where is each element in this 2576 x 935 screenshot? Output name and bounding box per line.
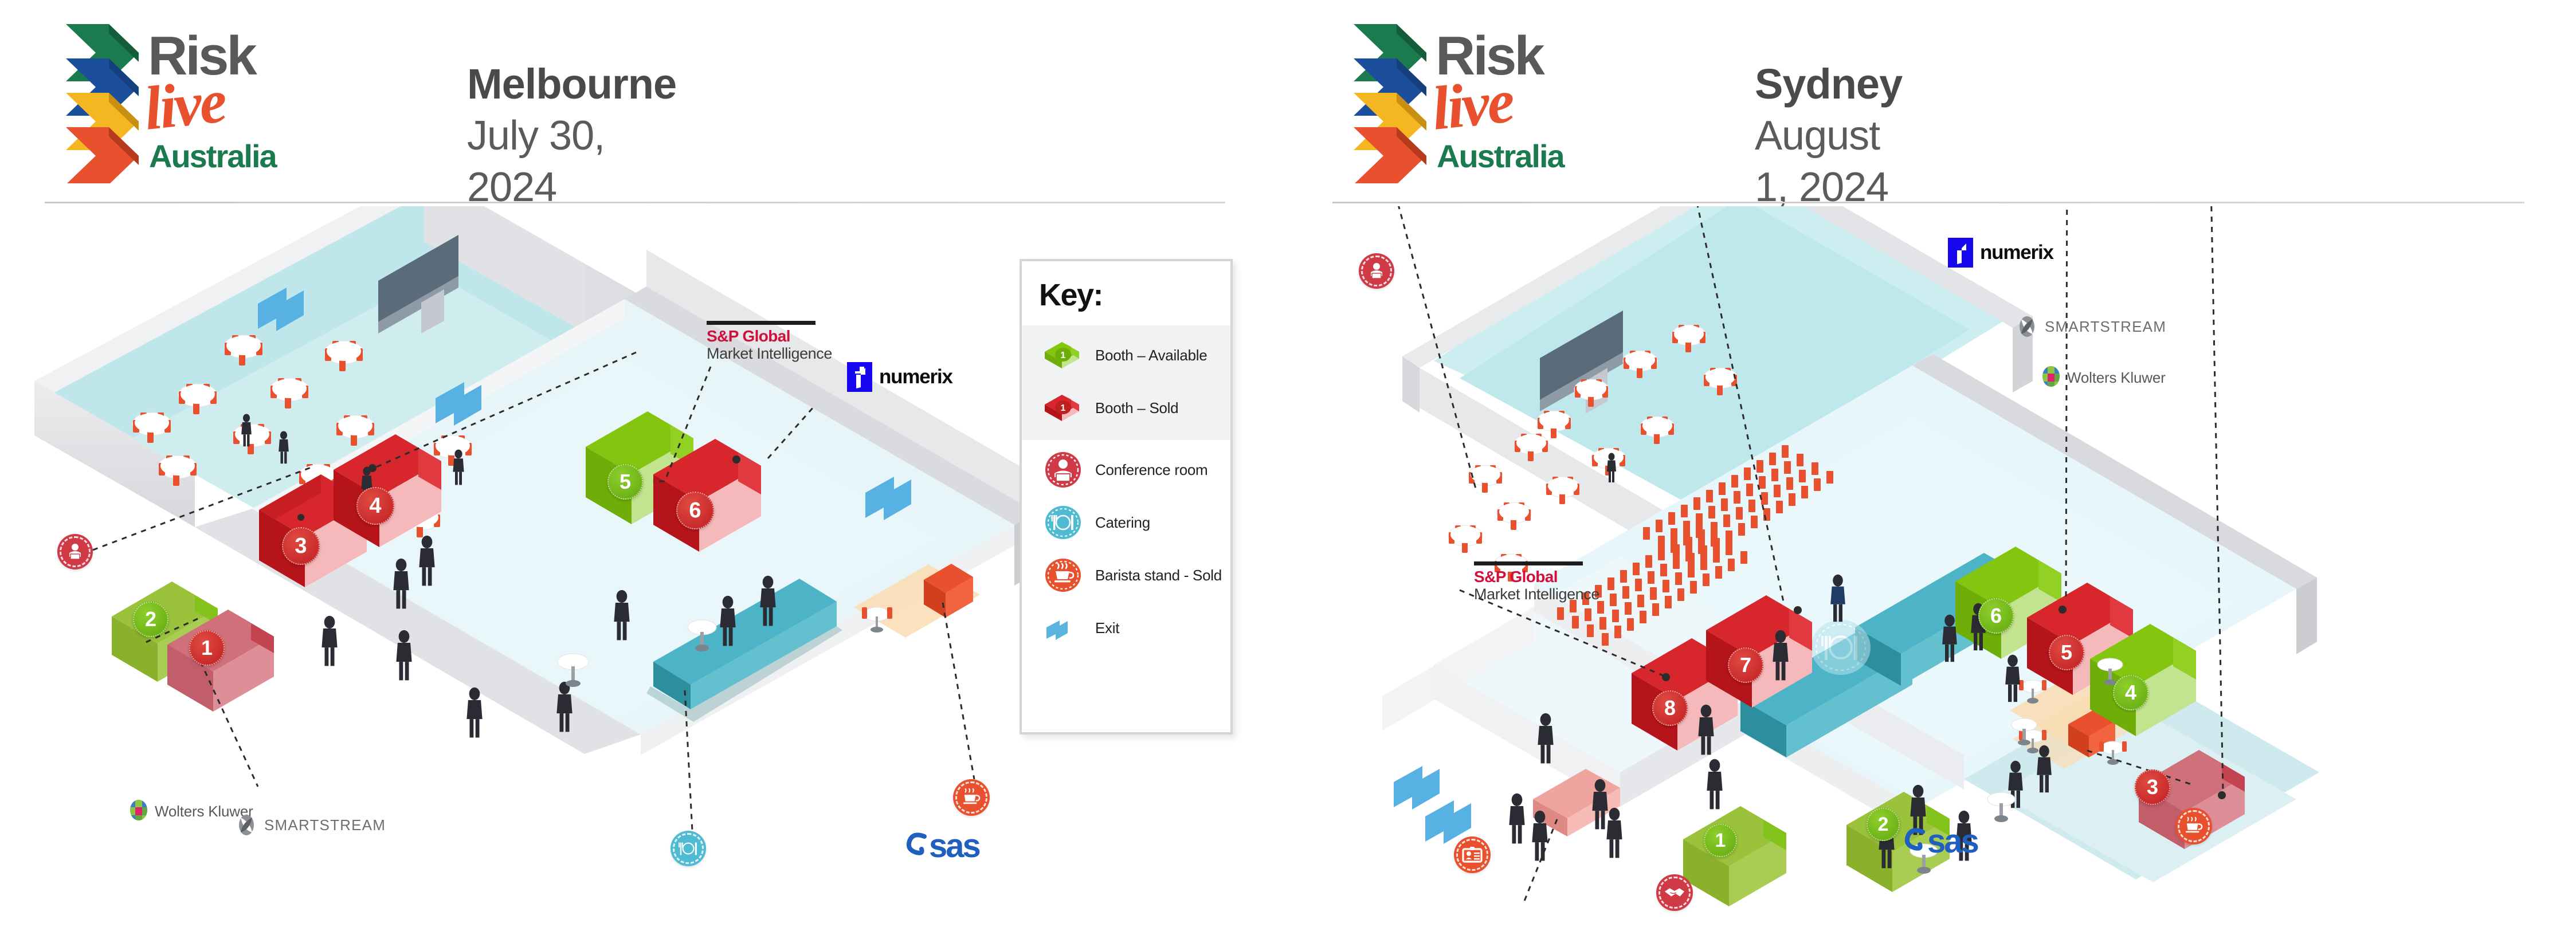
key-label: Conference room (1095, 461, 1208, 478)
barista-stand-icon (1039, 556, 1087, 594)
booth-number-2[interactable]: 2 (133, 602, 168, 637)
sponsor-sas-melbourne[interactable]: sas (904, 827, 981, 865)
panel-sydney: Risk live Australia Sydney August 1, 202… (1288, 0, 2576, 935)
key-label: Exit (1095, 619, 1120, 637)
booth-number-6[interactable]: 6 (1978, 598, 2014, 634)
svg-text:Australia: Australia (1437, 138, 1565, 174)
floorplan-sydney: 8 7 6 5 4 3 1 2 numerix SMARTSTREAM Wolt… (1288, 91, 2576, 934)
header-melbourne: Risk live Australia Melbourne July 30, 2… (34, 17, 677, 210)
risk-live-australia-logo: Risk live Australia (1322, 17, 1569, 184)
sponsor-subname: Market Intelligence (1474, 586, 1600, 603)
sponsor-name: sas (1927, 823, 1979, 860)
key-label: Booth – Sold (1095, 399, 1179, 417)
wolters-kluwer-icon (2041, 366, 2061, 390)
sponsor-name: numerix (1980, 241, 2054, 264)
sp-global-rule (1474, 561, 1583, 565)
key-group-booths: 1 Booth – Available 1 Booth – Sold (1022, 325, 1230, 440)
floorplan-page: Risk live Australia Melbourne July 30, 2… (0, 0, 2576, 935)
sas-icon (1904, 827, 1925, 851)
barista-stand-icon[interactable] (953, 779, 990, 816)
registration-icon[interactable] (1454, 836, 1491, 873)
booth-number-7[interactable]: 7 (1728, 647, 1763, 683)
panel-title-block-sydney: Sydney August 1, 2024 (1755, 60, 1903, 213)
sponsor-name: sas (929, 827, 981, 865)
key-label: Booth – Available (1095, 346, 1207, 364)
sponsor-sp-global-sydney[interactable]: S&P Global Market Intelligence (1474, 561, 1629, 603)
exit-icon (1039, 616, 1087, 640)
sponsor-name: Wolters Kluwer (2067, 368, 2166, 386)
event-date: July 30, 2024 (467, 113, 605, 210)
booth-number-4[interactable]: 4 (2113, 675, 2148, 710)
conference-room-icon (1039, 451, 1087, 489)
header-sydney: Risk live Australia Sydney August 1, 202… (1322, 17, 1903, 210)
sponsor-wolters-kluwer-sydney[interactable]: Wolters Kluwer (2041, 366, 2166, 390)
barista-stand-icon[interactable] (2175, 808, 2212, 844)
booth-number-1[interactable]: 1 (189, 630, 225, 666)
key-row-booth-available: 1 Booth – Available (1022, 329, 1230, 382)
booth-number-2[interactable]: 2 (1867, 808, 1900, 841)
header-divider (1332, 202, 2524, 203)
sponsor-numerix-sydney[interactable]: numerix (1948, 238, 2054, 268)
speakers-lounge-icon[interactable] (1656, 874, 1693, 911)
header-divider (45, 202, 1225, 203)
conference-room-icon[interactable] (57, 534, 93, 569)
sas-icon (906, 832, 927, 855)
risk-live-australia-logo: Risk live Australia (34, 17, 281, 184)
svg-text:1: 1 (1061, 403, 1066, 413)
booth-available-icon: 1 (1039, 339, 1087, 371)
booth-number-8[interactable]: 8 (1652, 690, 1688, 726)
panel-title-block-melbourne: Melbourne July 30, 2024 (467, 60, 677, 213)
booth-number-5[interactable]: 5 (607, 464, 643, 500)
sponsor-name: S&P Global (707, 327, 791, 345)
wolters-kluwer-icon (129, 799, 148, 823)
booth-sold-icon: 1 (1039, 392, 1087, 424)
svg-text:live: live (141, 67, 229, 143)
sponsor-numerix-melbourne[interactable]: numerix (847, 362, 953, 392)
key-row-conference-room: Conference room (1022, 443, 1230, 496)
sponsor-smartstream-sydney[interactable]: SMARTSTREAM (2016, 315, 2166, 338)
sponsor-subname: Market Intelligence (707, 345, 833, 363)
smartstream-icon (2016, 315, 2038, 338)
sp-global-rule (707, 321, 815, 325)
svg-text:1: 1 (1061, 351, 1066, 360)
sponsor-smartstream-melbourne[interactable]: SMARTSTREAM (235, 814, 386, 836)
key-label: Catering (1095, 513, 1150, 531)
key-title: Key: (1039, 278, 1104, 312)
sponsor-sp-global-melbourne[interactable]: S&P Global Market Intelligence (707, 321, 861, 363)
numerix-icon (1948, 238, 1973, 268)
sponsor-name: S&P Global (1474, 568, 1558, 586)
sponsor-name: SMARTSTREAM (2045, 317, 2167, 335)
key-row-catering: Catering (1022, 496, 1230, 549)
conference-room-icon[interactable] (1359, 253, 1394, 289)
page-title: Melbourne (467, 60, 677, 108)
key-row-booth-sold: 1 Booth – Sold (1022, 382, 1230, 434)
numerix-icon (847, 362, 872, 392)
booth-number-4[interactable]: 4 (356, 487, 394, 525)
sponsor-name: numerix (879, 366, 953, 388)
booth-1 (1683, 806, 1786, 906)
svg-text:live: live (1429, 67, 1517, 143)
catering-icon (1039, 504, 1087, 541)
booth-number-5[interactable]: 5 (2049, 635, 2084, 670)
sponsor-sas-sydney[interactable]: sas (1902, 822, 1979, 861)
key-row-barista-stand: Barista stand - Sold (1022, 549, 1230, 602)
booth-number-1[interactable]: 1 (1704, 824, 1737, 857)
booth-number-3[interactable]: 3 (282, 527, 320, 565)
catering-icon[interactable] (671, 831, 706, 866)
key-group-facilities: Conference room Catering Barista stand -… (1022, 440, 1230, 660)
panel-melbourne: Risk live Australia Melbourne July 30, 2… (0, 0, 1288, 935)
svg-text:Australia: Australia (149, 138, 277, 174)
event-date: August 1, 2024 (1755, 113, 1889, 210)
booth-number-3[interactable]: 3 (2135, 769, 2170, 805)
key-label: Barista stand - Sold (1095, 566, 1222, 584)
page-title: Sydney (1755, 60, 1903, 108)
key-row-exit: Exit (1022, 602, 1230, 654)
key-legend-melbourne: Key: 1 Booth – Available 1 Booth – Sold … (1020, 259, 1233, 734)
booth-number-6[interactable]: 6 (676, 492, 714, 529)
sponsor-name: SMARTSTREAM (264, 816, 386, 834)
smartstream-icon (235, 814, 258, 836)
